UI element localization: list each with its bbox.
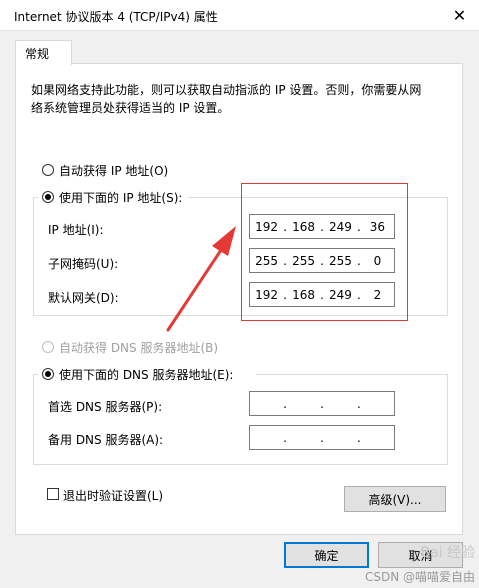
tab-general-label: 常规 xyxy=(25,47,50,61)
annotation-arrow xyxy=(166,226,236,332)
watermark: Bai 经验 CSDN @喵喵爱自由 xyxy=(330,542,475,586)
watermark-line2: CSDN @喵喵爱自由 xyxy=(364,570,475,584)
tab-general[interactable]: 常规 xyxy=(15,40,72,65)
watermark-line1: Bai 经验 xyxy=(420,545,475,561)
